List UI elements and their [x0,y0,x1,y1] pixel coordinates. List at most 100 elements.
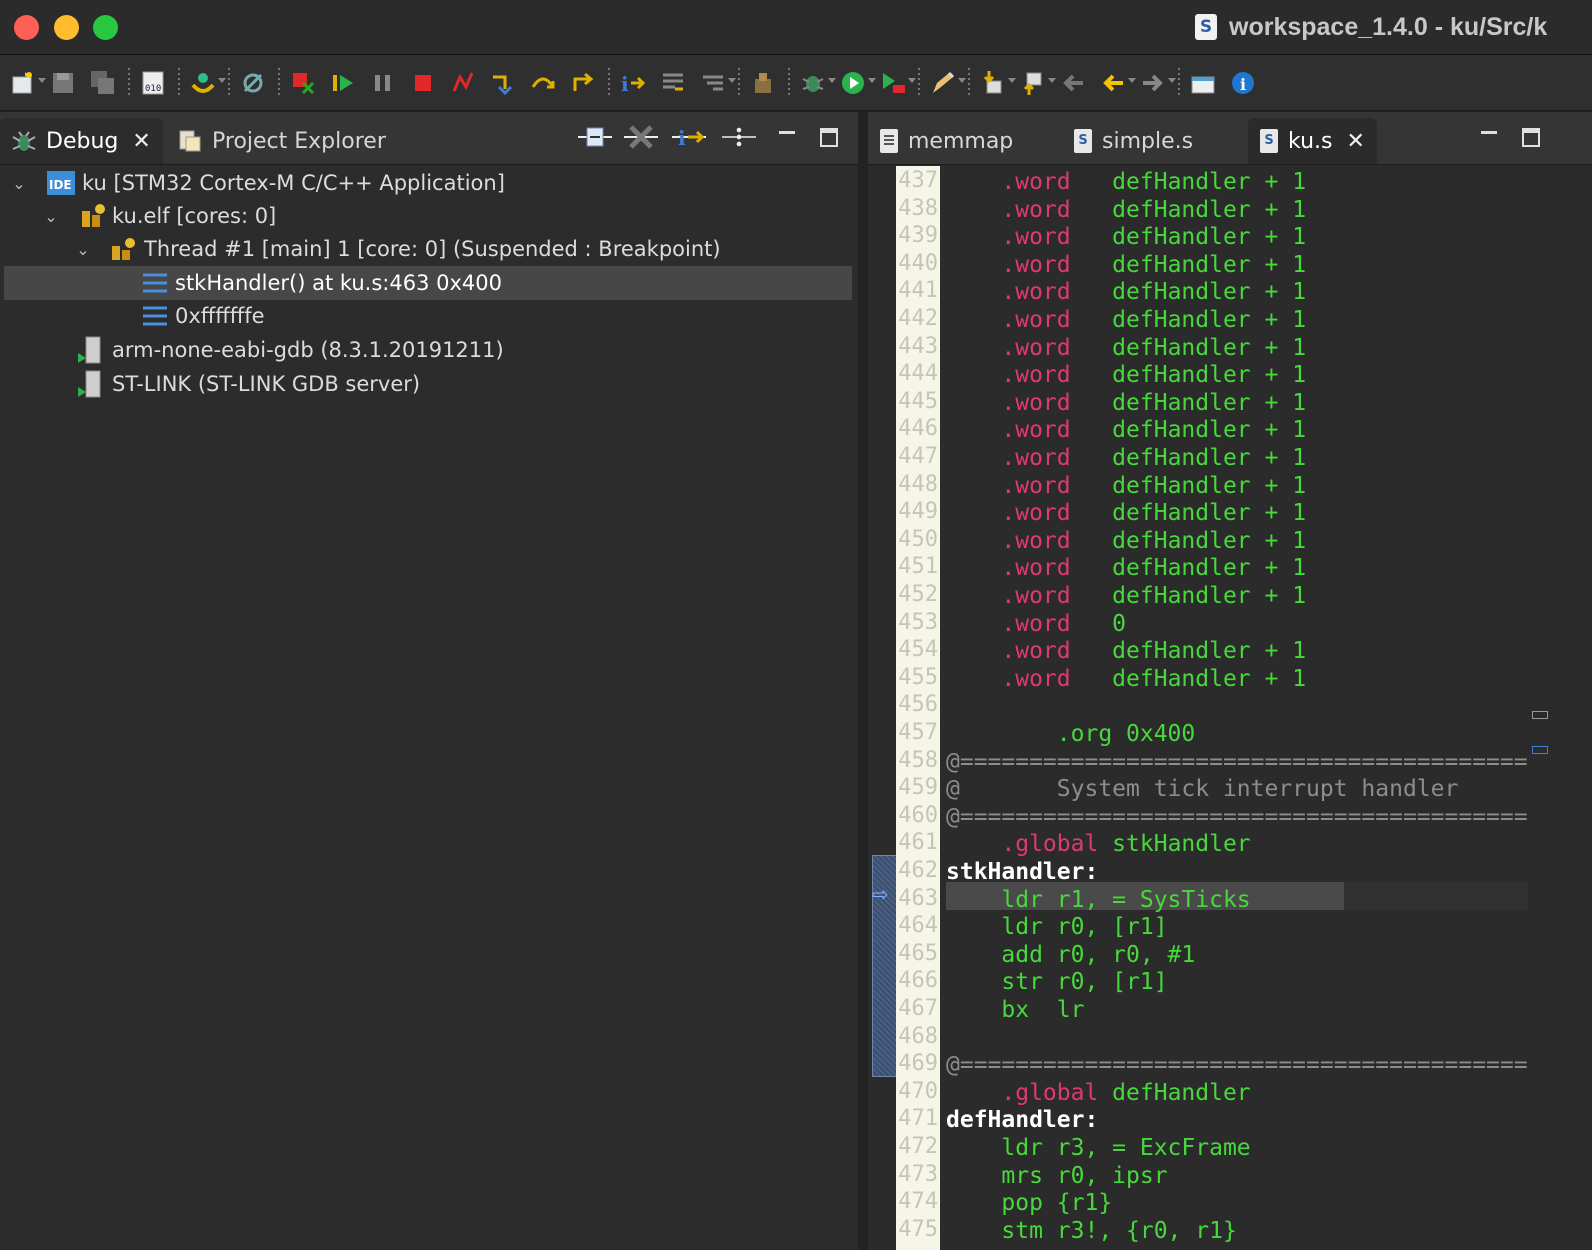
next-annotation-icon[interactable] [976,66,1016,100]
line-number: 471 [898,1106,938,1132]
code-line: .word defHandler + 1 [946,582,1306,610]
tree-item-label: 0xfffffffe [175,304,265,328]
tab-simple-s[interactable]: S simple.s [1062,118,1193,164]
tree-item-stack-frame[interactable]: stkHandler() at ku.s:463 0x400 [4,266,852,300]
tree-item-gdb-server[interactable]: ST-LINK (ST-LINK GDB server) [4,367,852,401]
info-icon[interactable]: i [1226,66,1260,100]
tab-debug[interactable]: Debug ✕ [0,118,163,164]
close-window-button[interactable] [14,15,39,40]
back-icon[interactable] [1096,66,1136,100]
skip-breakpoints-icon[interactable] [236,66,270,100]
code-token: add r0, r0, #1 [946,941,1196,968]
code-editor[interactable]: .word defHandler + 1 .word defHandler + … [946,166,1530,1250]
remove-terminated-icon[interactable] [286,66,320,100]
tab-project-explorer[interactable]: Project Explorer [166,118,386,164]
open-perspective-icon[interactable] [1186,66,1220,100]
tab-ku-s[interactable]: S ku.s ✕ [1248,118,1377,164]
code-token: .word [1001,555,1071,582]
suspend-icon[interactable] [366,66,400,100]
chevron-down-icon[interactable]: ⌄ [74,240,92,259]
code-token: .word [1001,500,1071,527]
code-line: mrs r0, ipsr [946,1162,1167,1190]
overview-mark[interactable] [1532,746,1548,754]
line-number: 442 [898,306,938,331]
save-all-icon[interactable] [86,66,120,100]
tree-item-process[interactable]: ⌄ ku.elf [cores: 0] [4,199,852,233]
line-number: 450 [898,526,938,552]
edit-icon[interactable] [926,66,966,100]
line-number-ruler[interactable]: 437 438 439 440 441 442 443 444 445 446 447 448 449 4… [896,166,940,1250]
close-icon[interactable]: ✕ [1346,129,1364,154]
code-token: @=======================================… [946,803,1530,830]
code-token: defHandler + 1 [1070,196,1307,223]
terminate-icon[interactable] [406,66,440,100]
use-step-filters-icon[interactable] [656,66,690,100]
code-line: .word defHandler + 1 [946,637,1306,665]
previous-annotation-icon[interactable] [1016,66,1056,100]
line-number: 453 [898,609,938,635]
overview-ruler[interactable] [1528,166,1556,1250]
save-icon[interactable] [46,66,80,100]
maximize-editor-icon[interactable] [1514,122,1548,152]
debug-view: Debug ✕ Project Explorer i ⌄ IDE ku [STM… [0,112,866,1250]
document-icon [880,129,898,153]
overview-mark[interactable] [1532,711,1548,719]
thread-icon [108,234,138,264]
drop-to-frame-icon[interactable] [696,66,736,100]
minimize-view-icon[interactable] [770,122,804,152]
resume-icon[interactable] [326,66,360,100]
view-splitter[interactable] [858,112,868,1250]
forward-icon[interactable] [1136,66,1176,100]
code-token: .org 0x400 [946,721,1196,747]
chevron-down-icon[interactable]: ⌄ [42,207,60,226]
maximize-view-icon[interactable] [812,122,846,152]
remove-all-terminated-icon[interactable] [624,122,658,152]
code-token: @=======================================… [946,1052,1530,1079]
code-token: .word [1001,196,1071,223]
debug-icon[interactable] [796,66,836,100]
tree-item-stack-frame[interactable]: 0xfffffffe [4,299,852,333]
step-into-icon[interactable] [486,66,520,100]
collapse-all-icon[interactable] [578,122,612,152]
disconnect-icon[interactable] [446,66,480,100]
chevron-down-icon[interactable]: ⌄ [10,174,28,193]
line-number: 462 [898,858,938,883]
line-number: 457 [898,720,938,745]
line-number: 448 [898,471,938,497]
minimize-editor-icon[interactable] [1472,122,1506,152]
code-line: .word defHandler + 1 [946,665,1306,693]
code-token: pop {r1} [946,1190,1113,1217]
code-token: defHandler + 1 [1070,251,1307,278]
run-icon[interactable] [836,66,876,100]
last-edit-location-icon[interactable] [1056,66,1090,100]
new-icon[interactable] [6,66,46,100]
build-icon[interactable] [746,66,780,100]
code-token: 0 [1070,610,1127,637]
code-line: stm r3!, {r0, r1} [946,1217,1236,1245]
tree-item-label: stkHandler() at ku.s:463 0x400 [175,271,503,295]
code-line: .word defHandler + 1 [946,444,1306,472]
minimize-window-button[interactable] [54,15,79,40]
instruction-stepping-mode-icon[interactable]: i [672,122,706,152]
instruction-stepping-icon[interactable]: i [616,66,650,100]
external-tools-icon[interactable] [876,66,916,100]
tab-memmap[interactable]: memmap [868,118,1013,164]
tree-item-thread[interactable]: ⌄ Thread #1 [main] 1 [core: 0] (Suspende… [4,232,852,266]
binary-icon[interactable]: 010 [136,66,170,100]
step-over-icon[interactable] [526,66,560,100]
code-token: defHandler + 1 [1070,583,1307,609]
close-icon[interactable]: ✕ [132,129,150,154]
zoom-window-button[interactable] [93,15,118,40]
code-line: .word defHandler + 1 [946,472,1306,500]
line-number: 454 [898,637,938,663]
debug-config-icon[interactable] [186,66,226,100]
code-token: .word [1001,583,1071,609]
view-menu-icon[interactable] [722,122,756,152]
line-number: 452 [898,582,938,607]
tree-item-launch[interactable]: ⌄ IDE ku [STM32 Cortex-M C/C++ Applicati… [4,166,852,200]
tree-item-gdb[interactable]: arm-none-eabi-gdb (8.3.1.20191211) [4,333,852,367]
step-return-icon[interactable] [566,66,600,100]
